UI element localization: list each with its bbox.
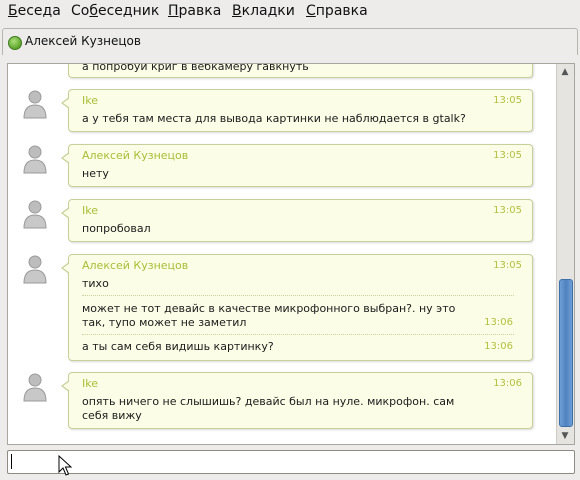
online-status-icon <box>8 36 22 50</box>
message-sender: Ike <box>82 94 98 107</box>
person-silhouette-icon <box>23 373 47 402</box>
message-bubble: Ike 13:05 а у тебя там места для вывода … <box>61 89 533 132</box>
contact-name: Алексей Кузнецов <box>25 34 141 48</box>
message-input[interactable] <box>7 450 575 474</box>
message-bubble: Алексей Кузнецов 13:05 тихо может не тот… <box>61 254 533 361</box>
menu-bar: Беседа Собеседник Правка Вкладки Справка <box>0 0 580 24</box>
message-time: 13:06 <box>493 378 522 389</box>
message-time: 13:05 <box>493 95 522 106</box>
chat-scrollbar[interactable]: ▲ ▼ <box>556 64 574 444</box>
scroll-up-arrow-icon[interactable]: ▲ <box>560 67 570 77</box>
message-sender: Ike <box>82 377 98 390</box>
message-text: а ты сам себя видишь картинку? <box>82 340 274 353</box>
message-bubble: Алексей Кузнецов 13:05 нету <box>61 144 533 187</box>
message-time: 13:05 <box>493 260 522 271</box>
message-time: 13:05 <box>493 205 522 216</box>
message-sender: Алексей Кузнецов <box>82 259 189 272</box>
mouse-pointer-icon <box>58 455 72 476</box>
message-time: 13:06 <box>484 341 513 352</box>
chat-log-frame: а попробуй криг в вебкамеру гавкнуть Ike… <box>7 63 575 445</box>
message-sender: Алексей Кузнецов <box>82 149 189 162</box>
person-silhouette-icon <box>23 255 47 284</box>
menu-tabs[interactable]: Вкладки <box>232 3 295 19</box>
scroll-down-arrow-icon[interactable]: ▼ <box>560 431 570 441</box>
message-time: 13:06 <box>484 317 513 328</box>
menu-contact[interactable]: Собеседник <box>71 3 159 19</box>
message-text: может не тот девайс в качестве микрофонн… <box>82 302 456 329</box>
text-caret <box>11 454 12 469</box>
tab-bar: Алексей Кузнецов <box>0 26 580 56</box>
menu-conversation[interactable]: Беседа <box>8 3 61 19</box>
message-text: а у тебя там места для вывода картинки н… <box>82 112 466 125</box>
person-silhouette-icon <box>23 145 47 174</box>
person-silhouette-icon <box>23 90 47 119</box>
message-sender: Ike <box>82 204 98 217</box>
tab-contact[interactable]: Алексей Кузнецов <box>2 28 578 55</box>
menu-edit[interactable]: Правка <box>168 3 221 19</box>
chat-log[interactable]: а попробуй криг в вебкамеру гавкнуть Ike… <box>8 64 556 444</box>
person-silhouette-icon <box>23 200 47 229</box>
message-separator <box>82 295 514 296</box>
message-bubble: Ike 13:05 попробовал <box>61 199 533 242</box>
scrollbar-thumb[interactable] <box>559 279 573 427</box>
message-text: попробовал <box>82 222 151 235</box>
message-bubble: Ike 13:06 опять ничего не слышишь? девай… <box>61 372 533 429</box>
message-text: нету <box>82 167 109 180</box>
menu-help[interactable]: Справка <box>306 3 368 19</box>
message-text: опять ничего не слышишь? девайс был на н… <box>82 395 455 422</box>
message-separator <box>82 334 514 335</box>
message-text: тихо <box>82 277 109 290</box>
message-bubble-partial: а попробуй криг в вебкамеру гавкнуть <box>68 64 533 78</box>
message-time: 13:05 <box>493 150 522 161</box>
message-text: а попробуй криг в вебкамеру гавкнуть <box>82 64 309 73</box>
